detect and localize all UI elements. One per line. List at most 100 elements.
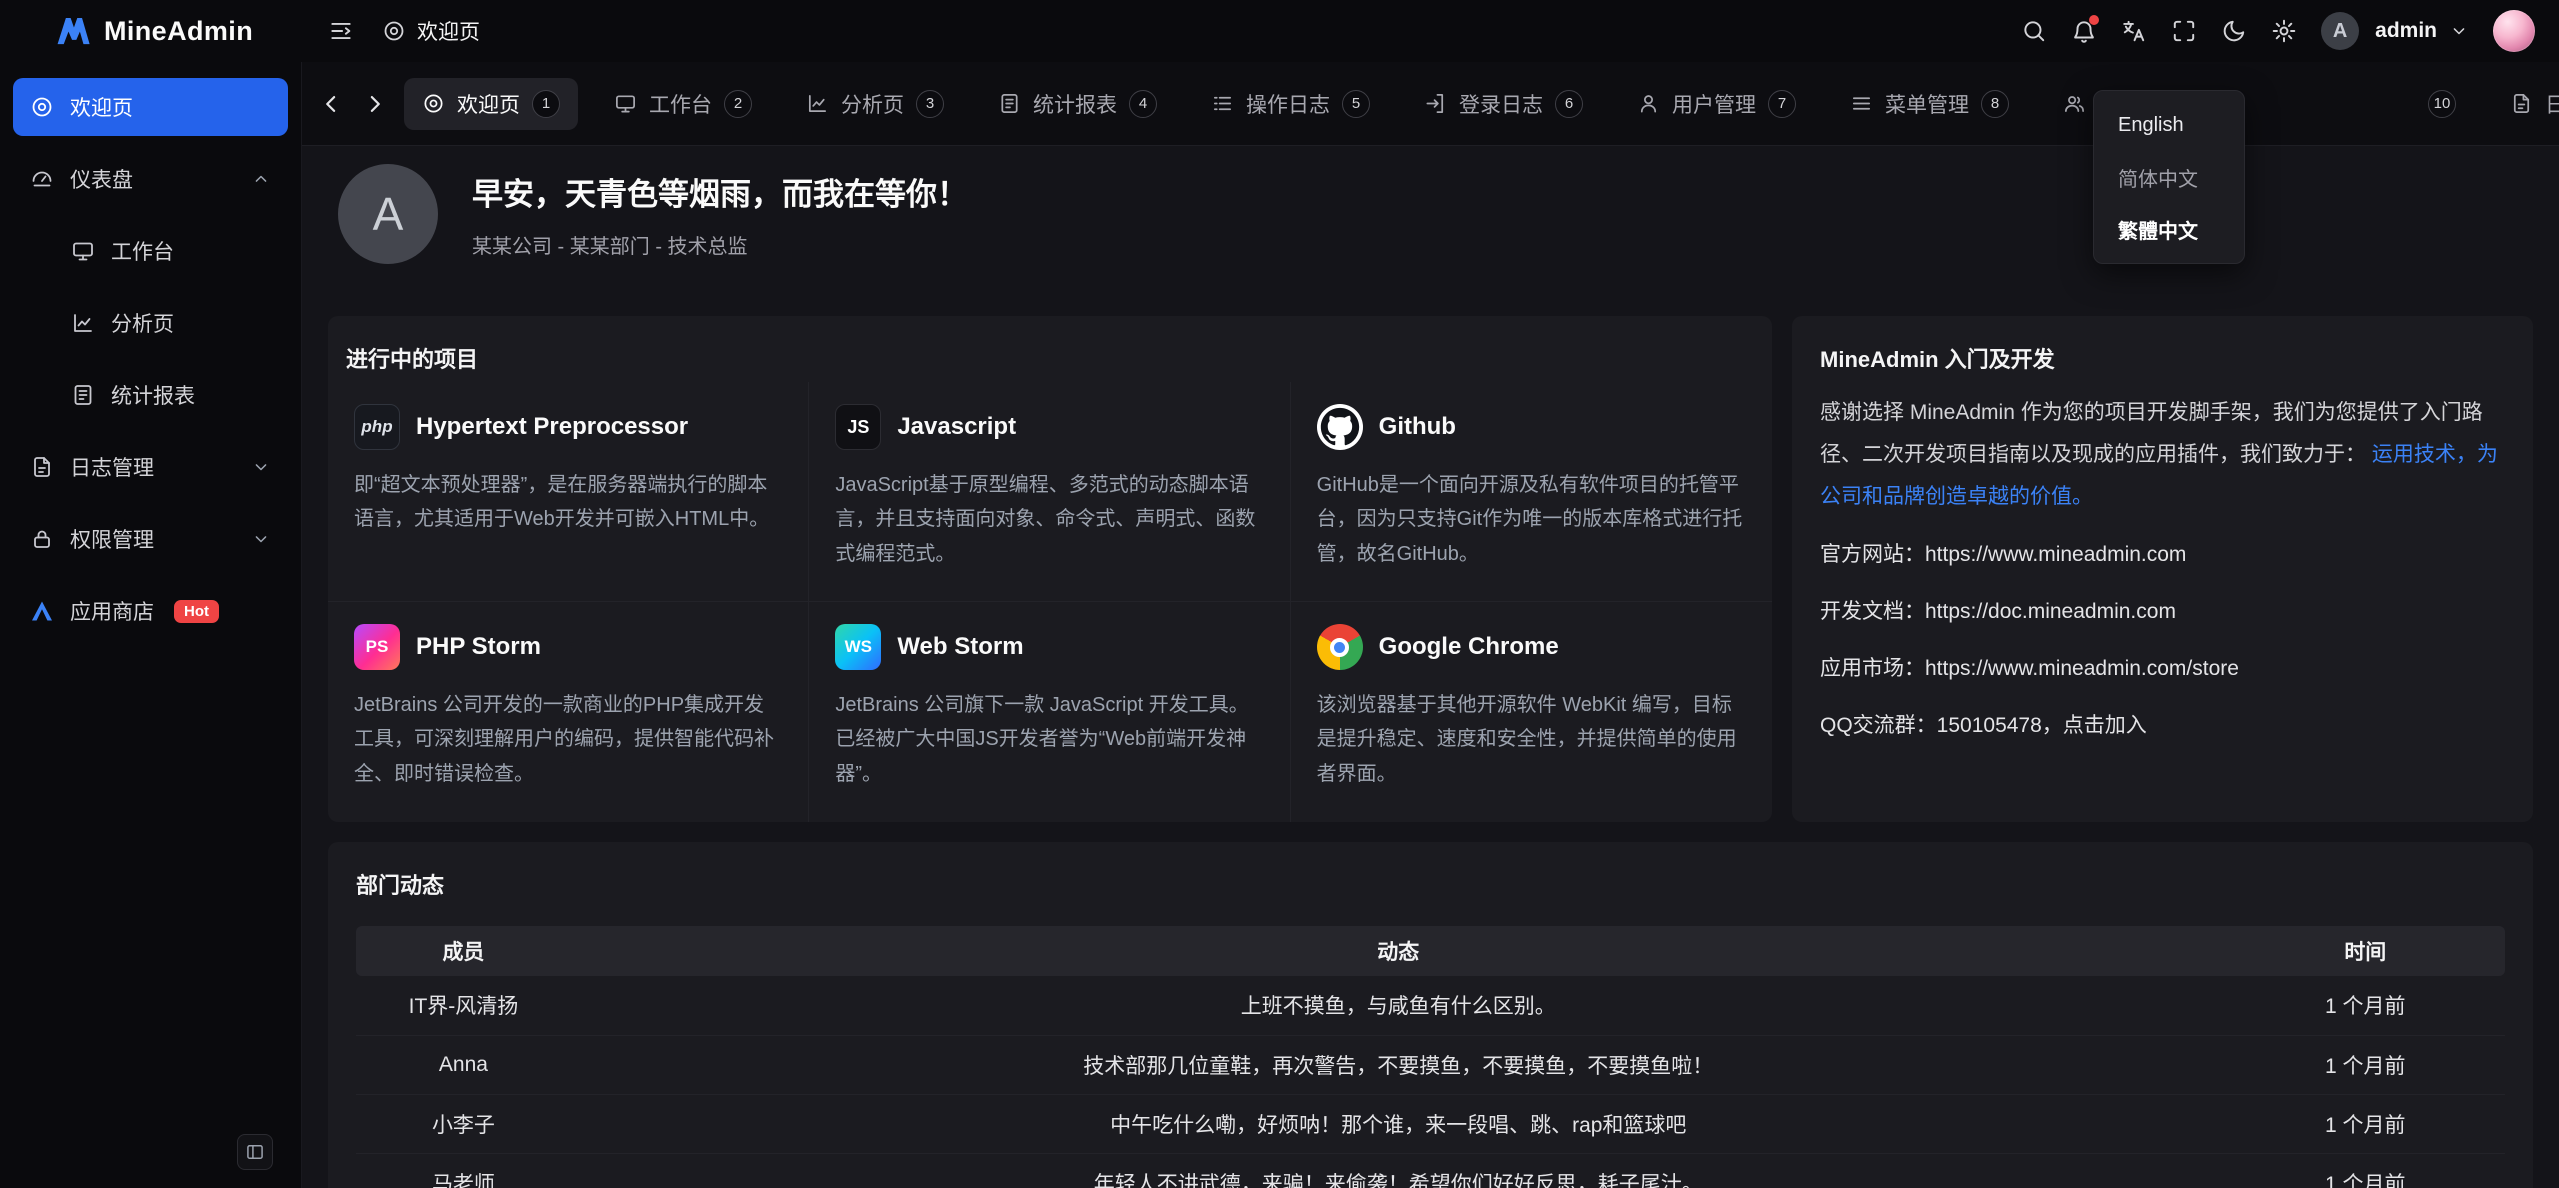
- table-cell: 技术部那几位童鞋，再次警告，不要摸鱼，不要摸鱼，不要摸鱼啦！: [571, 1035, 2226, 1094]
- project-description: JetBrains 公司旗下一款 JavaScript 开发工具。已经被广大中国…: [835, 688, 1263, 791]
- guide-title: MineAdmin 入门及开发: [1820, 342, 2505, 374]
- tab-日志管理[interactable]: 日志管理 11: [2492, 78, 2559, 130]
- tab-badge: 4: [1129, 90, 1157, 118]
- breadcrumb-label: 欢迎页: [417, 16, 480, 46]
- projects-title: 进行中的项目: [328, 316, 1772, 382]
- user-avatar[interactable]: A: [2321, 12, 2359, 50]
- tab-label: 统计报表: [1033, 89, 1117, 119]
- sidebar-item-label: 仪表盘: [70, 164, 133, 194]
- tab-工作台[interactable]: 工作台 2: [596, 78, 770, 130]
- project-name: PHP Storm: [416, 633, 541, 661]
- log-icon: [30, 455, 54, 479]
- project-item: Github GitHub是一个面向开源及私有软件项目的托管平台，因为只支持Gi…: [1291, 382, 1772, 602]
- tab-分析页[interactable]: 分析页 3: [788, 78, 962, 130]
- table-row: IT界-风清扬上班不摸鱼，与咸鱼有什么区别。1 个月前: [356, 976, 2505, 1035]
- bullseye-icon: [422, 92, 445, 115]
- project-name: Web Storm: [897, 633, 1023, 661]
- sidebar-item-label: 欢迎页: [70, 92, 133, 122]
- language-option-简体中文[interactable]: 简体中文: [2094, 151, 2244, 203]
- dynamics-column-header: 时间: [2226, 926, 2505, 976]
- report-icon: [998, 92, 1021, 115]
- sidebar-item-统计报表[interactable]: 统计报表: [13, 366, 288, 424]
- tab-label: 登录日志: [1459, 89, 1543, 119]
- dynamics-body: IT界-风清扬上班不摸鱼，与咸鱼有什么区别。1 个月前Anna技术部那几位童鞋，…: [356, 976, 2505, 1188]
- dynamics-card: 部门动态 成员动态时间 IT界-风清扬上班不摸鱼，与咸鱼有什么区别。1 个月前A…: [328, 842, 2533, 1188]
- topbar-actions: A admin: [2021, 10, 2559, 52]
- chevron-down-icon: [251, 529, 271, 549]
- sidebar-item-label: 权限管理: [70, 524, 154, 554]
- greeting-title: 早安，天青色等烟雨，而我在等你！: [472, 169, 968, 214]
- login-log-icon: [1424, 92, 1447, 115]
- tab-操作日志[interactable]: 操作日志 5: [1193, 78, 1388, 130]
- notifications-button[interactable]: [2071, 18, 2097, 44]
- table-row: 小李子中午吃什么嘞，好烦呐！那个谁，来一段唱、跳、rap和篮球吧1 个月前: [356, 1094, 2505, 1153]
- project-item: PSPHP Storm JetBrains 公司开发的一款商业的PHP集成开发工…: [328, 602, 809, 822]
- sidebar-collapse-button[interactable]: [237, 1134, 273, 1170]
- menu-fold-icon[interactable]: [328, 18, 354, 44]
- chevron-up-icon: [251, 169, 271, 189]
- webstorm-logo-icon: WS: [835, 624, 881, 670]
- sidebar-item-欢迎页[interactable]: 欢迎页: [13, 78, 288, 136]
- appstore-icon: [30, 599, 54, 623]
- language-option-English[interactable]: English: [2094, 99, 2244, 151]
- settings-gear-icon[interactable]: [2271, 18, 2297, 44]
- projects-card: 进行中的项目 phpHypertext Preprocessor 即“超文本预处…: [328, 316, 1772, 822]
- monitor-icon: [71, 239, 95, 263]
- tab-菜单管理[interactable]: 菜单管理 8: [1832, 78, 2027, 130]
- sidebar-item-分析页[interactable]: 分析页: [13, 294, 288, 352]
- language-option-繁體中文[interactable]: 繁體中文: [2094, 203, 2244, 255]
- sidebar-item-仪表盘[interactable]: 仪表盘: [13, 150, 288, 208]
- guide-line-label: 官方网站：: [1820, 543, 1925, 566]
- table-cell: 中午吃什么嘞，好烦呐！那个谁，来一段唱、跳、rap和篮球吧: [571, 1094, 2226, 1153]
- chevron-down-icon[interactable]: [2449, 21, 2469, 41]
- tab-scroll-right-icon[interactable]: [360, 89, 390, 119]
- guide-line: QQ交流群：150105478，点击加入: [1820, 709, 2505, 739]
- dynamics-column-header: 动态: [571, 926, 2226, 976]
- guide-intro: 感谢选择 MineAdmin 作为您的项目开发脚手架，我们为您提供了入门路径、二…: [1820, 392, 2505, 518]
- tab-scroll-left-icon[interactable]: [316, 89, 346, 119]
- logo[interactable]: MineAdmin: [0, 12, 302, 50]
- table-cell: 年轻人不讲武德，来骗！来偷袭！希望你们好好反思，耗子尾汁。: [571, 1153, 2226, 1188]
- dark-mode-icon[interactable]: [2221, 18, 2247, 44]
- translate-icon[interactable]: [2121, 18, 2147, 44]
- tab-用户管理[interactable]: 用户管理 7: [1619, 78, 1814, 130]
- tab-欢迎页[interactable]: 欢迎页 1: [404, 78, 578, 130]
- tab-10[interactable]: 10: [2258, 78, 2474, 130]
- sidebar-item-label: 应用商店: [70, 596, 154, 626]
- sidebar-item-工作台[interactable]: 工作台: [13, 222, 288, 280]
- table-row: 马老师年轻人不讲武德，来骗！来偷袭！希望你们好好反思，耗子尾汁。1 个月前: [356, 1153, 2505, 1188]
- fullscreen-icon[interactable]: [2171, 18, 2197, 44]
- table-row: Anna技术部那几位童鞋，再次警告，不要摸鱼，不要摸鱼，不要摸鱼啦！1 个月前: [356, 1035, 2505, 1094]
- github-logo-icon: [1317, 404, 1363, 450]
- chrome-logo-icon: [1317, 624, 1363, 670]
- sidebar-item-label: 统计报表: [111, 380, 195, 410]
- table-cell: 马老师: [356, 1153, 571, 1188]
- lock-icon: [30, 527, 54, 551]
- dynamics-header-row: 成员动态时间: [356, 926, 2505, 976]
- guide-line-value: https://doc.mineadmin.com: [1925, 600, 2176, 623]
- project-name: Javascript: [897, 413, 1016, 441]
- sidebar-item-应用商店[interactable]: 应用商店 Hot: [13, 582, 288, 640]
- tab-label: 日志管理: [2545, 89, 2559, 119]
- project-description: 该浏览器基于其他开源软件 WebKit 编写，目标是提升稳定、速度和安全性，并提…: [1317, 688, 1746, 791]
- sidebar-item-权限管理[interactable]: 权限管理: [13, 510, 288, 568]
- sidebar-items: 欢迎页 仪表盘 工作台 分析页 统计报表 日志管理 权限管理 应用商店 Hot: [13, 78, 288, 640]
- topbar: MineAdmin 欢迎页 A admin: [0, 0, 2559, 62]
- dashboard-icon: [30, 167, 54, 191]
- table-cell: 上班不摸鱼，与咸鱼有什么区别。: [571, 976, 2226, 1035]
- tab-label: 分析页: [841, 89, 904, 119]
- menu-icon: [1850, 92, 1873, 115]
- user-name[interactable]: admin: [2375, 19, 2437, 43]
- guide-line-label: 应用市场：: [1820, 657, 1925, 680]
- profile-photo[interactable]: [2493, 10, 2535, 52]
- dynamics-table: 成员动态时间 IT界-风清扬上班不摸鱼，与咸鱼有什么区别。1 个月前Anna技术…: [356, 926, 2505, 1188]
- search-icon[interactable]: [2021, 18, 2047, 44]
- guide-card: MineAdmin 入门及开发 感谢选择 MineAdmin 作为您的项目开发脚…: [1792, 316, 2533, 822]
- guide-lines: 官方网站：https://www.mineadmin.com 开发文档：http…: [1820, 538, 2505, 739]
- table-cell: Anna: [356, 1035, 571, 1094]
- javascript-logo-icon: JS: [835, 404, 881, 450]
- project-description: JavaScript基于原型编程、多范式的动态脚本语言，并且支持面向对象、命令式…: [835, 468, 1263, 571]
- tab-登录日志[interactable]: 登录日志 6: [1406, 78, 1601, 130]
- tab-统计报表[interactable]: 统计报表 4: [980, 78, 1175, 130]
- sidebar-item-日志管理[interactable]: 日志管理: [13, 438, 288, 496]
